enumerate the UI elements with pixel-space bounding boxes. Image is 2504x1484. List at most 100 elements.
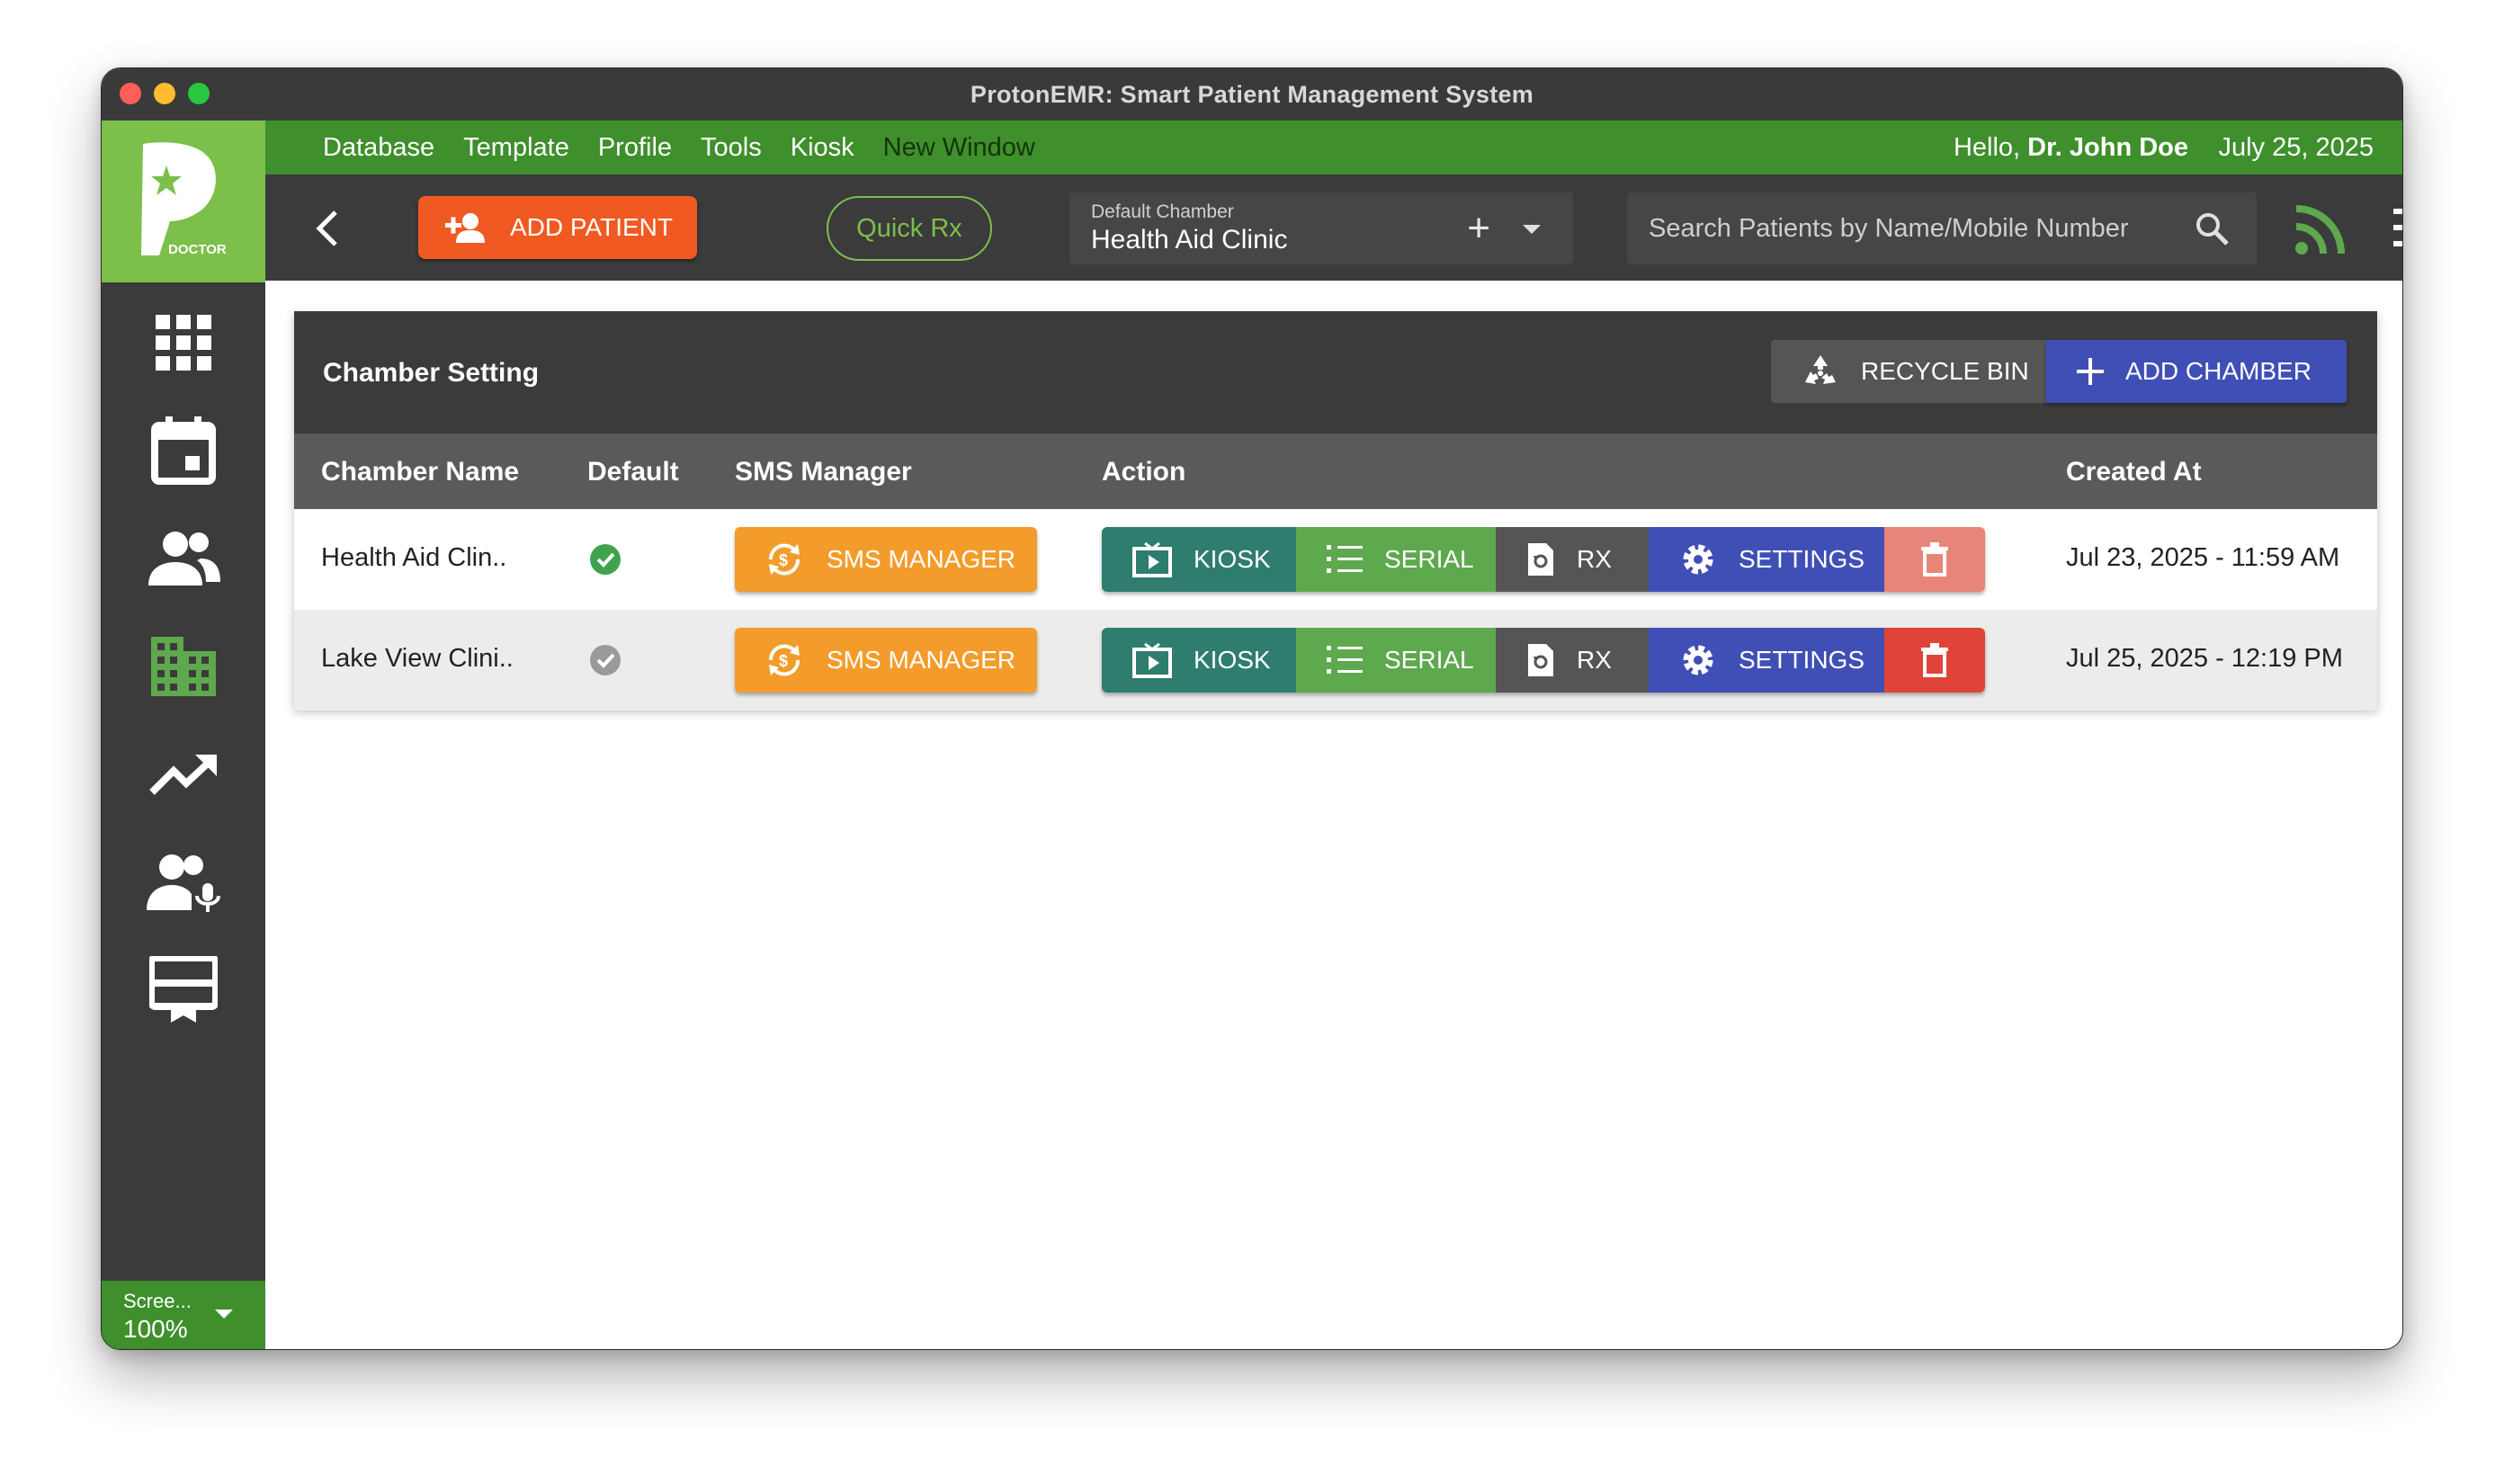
screen-zoom-select[interactable]: Scree... 100% xyxy=(102,1281,265,1349)
numbered-list-icon xyxy=(1327,644,1363,676)
sidebar-item-patients[interactable] xyxy=(143,518,224,599)
trash-icon xyxy=(1921,542,1948,577)
chevron-down-icon xyxy=(215,1310,233,1319)
svg-text:DOCTOR: DOCTOR xyxy=(168,242,227,257)
sms-manager-button[interactable]: $ SMS MANAGER xyxy=(735,527,1037,592)
recycle-icon xyxy=(1802,353,1839,389)
chamber-name-cell: Lake View Clini.. xyxy=(321,644,514,673)
sidebar-item-dashboard[interactable] xyxy=(143,302,224,383)
list-search-icon[interactable] xyxy=(2393,205,2402,256)
sidebar: DOCTOR Scree... 100% xyxy=(102,121,265,1349)
sidebar-item-analytics[interactable] xyxy=(143,734,224,815)
kiosk-button[interactable]: KIOSK xyxy=(1102,628,1296,693)
chamber-setting-card: Chamber Setting RECYCLE BIN ADD CHAMBER xyxy=(294,311,2377,711)
settings-button[interactable]: SETTINGS xyxy=(1649,527,1884,592)
sms-manager-label: SMS MANAGER xyxy=(827,646,1016,674)
sms-manager-button[interactable]: $ SMS MANAGER xyxy=(735,628,1037,693)
rx-label: RX xyxy=(1577,646,1612,674)
maximize-window-button[interactable] xyxy=(188,83,210,104)
quick-rx-button[interactable]: Quick Rx xyxy=(827,196,992,261)
kiosk-label: KIOSK xyxy=(1194,646,1271,674)
rx-button[interactable]: RX xyxy=(1496,628,1649,693)
close-window-button[interactable] xyxy=(120,83,141,104)
serial-button[interactable]: SERIAL xyxy=(1296,628,1496,693)
kiosk-button[interactable]: KIOSK xyxy=(1102,527,1296,592)
chevron-down-icon[interactable] xyxy=(1523,225,1541,234)
table-row: Health Aid Clin.. $ SMS MANAGER KIOSK SE… xyxy=(294,509,2377,610)
sidebar-item-calendar[interactable] xyxy=(143,410,224,491)
zoom-label: Scree... xyxy=(123,1290,192,1312)
menu-new-window[interactable]: New Window xyxy=(883,133,1035,163)
menu-tools[interactable]: Tools xyxy=(701,133,762,163)
rss-feed-icon[interactable] xyxy=(2294,205,2345,260)
delete-button[interactable] xyxy=(1884,628,1985,693)
delete-button[interactable] xyxy=(1884,527,1985,592)
col-sms-manager: SMS Manager xyxy=(735,457,912,487)
menu-database[interactable]: Database xyxy=(323,133,434,163)
default-chamber-label: Default Chamber xyxy=(1091,201,1234,222)
col-chamber-name: Chamber Name xyxy=(321,457,520,487)
kiosk-label: KIOSK xyxy=(1194,545,1271,573)
menu-profile[interactable]: Profile xyxy=(598,133,672,163)
add-chamber-plus-icon[interactable]: + xyxy=(1467,209,1490,248)
menu-template[interactable]: Template xyxy=(463,133,569,163)
add-chamber-button[interactable]: ADD CHAMBER xyxy=(2046,340,2347,403)
numbered-list-icon xyxy=(1327,543,1363,576)
add-patient-button[interactable]: ADD PATIENT xyxy=(418,196,697,259)
file-restore-icon xyxy=(1526,642,1555,678)
rx-button[interactable]: RX xyxy=(1496,527,1649,592)
settings-label: SETTINGS xyxy=(1739,545,1865,573)
window-title: ProtonEMR: Smart Patient Management Syst… xyxy=(970,80,1534,108)
default-checked-icon[interactable] xyxy=(589,543,622,576)
menu-kiosk[interactable]: Kiosk xyxy=(791,133,854,163)
minimize-window-button[interactable] xyxy=(154,83,175,104)
card-header: Chamber Setting RECYCLE BIN ADD CHAMBER xyxy=(294,311,2377,434)
sms-sync-icon: $ xyxy=(764,639,805,681)
table-header: Chamber Name Default SMS Manager Action … xyxy=(294,434,2377,509)
default-unchecked-icon[interactable] xyxy=(589,644,622,676)
calendar-icon xyxy=(151,416,216,485)
recycle-bin-button[interactable]: RECYCLE BIN xyxy=(1771,340,2046,403)
app-window: ProtonEMR: Smart Patient Management Syst… xyxy=(101,67,2403,1350)
col-action: Action xyxy=(1102,457,1186,487)
trending-up-icon xyxy=(149,755,217,795)
add-patient-label: ADD PATIENT xyxy=(510,213,673,241)
kiosk-display-icon xyxy=(149,956,218,1023)
window-controls xyxy=(120,83,210,104)
doctor-logo-icon: DOCTOR xyxy=(141,142,227,257)
back-button[interactable] xyxy=(310,209,346,248)
sidebar-item-assistants[interactable] xyxy=(143,842,224,923)
gear-icon xyxy=(1679,541,1717,578)
col-created-at: Created At xyxy=(2066,457,2202,487)
menu-bar: Database Template Profile Tools Kiosk Ne… xyxy=(265,121,2402,174)
card-title: Chamber Setting xyxy=(323,358,540,388)
sidebar-item-kiosk[interactable] xyxy=(143,950,224,1031)
search-icon[interactable] xyxy=(2194,210,2230,251)
file-restore-icon xyxy=(1526,541,1555,577)
col-default: Default xyxy=(587,457,679,487)
search-input[interactable] xyxy=(1649,209,2188,248)
tv-play-icon xyxy=(1132,642,1172,678)
settings-button[interactable]: SETTINGS xyxy=(1649,628,1884,693)
svg-text:$: $ xyxy=(779,652,788,670)
default-chamber-select[interactable]: Default Chamber Health Aid Clinic + xyxy=(1069,192,1573,264)
row-actions: KIOSK SERIAL RX SETTINGS xyxy=(1102,628,1985,693)
tv-play-icon xyxy=(1132,541,1172,577)
grid-icon xyxy=(156,315,211,371)
app-logo[interactable]: DOCTOR xyxy=(102,121,265,282)
building-icon xyxy=(151,637,216,696)
row-actions: KIOSK SERIAL RX SETTINGS xyxy=(1102,527,1985,592)
created-at-cell: Jul 23, 2025 - 11:59 AM xyxy=(2066,543,2340,572)
toolbar: ADD PATIENT Quick Rx Default Chamber Hea… xyxy=(265,174,2402,281)
people-icon xyxy=(148,532,220,586)
add-chamber-label: ADD CHAMBER xyxy=(2125,357,2312,385)
sidebar-item-chamber[interactable] xyxy=(143,626,224,707)
chamber-name-cell: Health Aid Clin.. xyxy=(321,543,507,572)
user-greeting: Hello, Dr. John Doe xyxy=(1953,133,2188,162)
title-bar: ProtonEMR: Smart Patient Management Syst… xyxy=(102,68,2402,121)
current-date: July 25, 2025 xyxy=(2218,133,2374,162)
rx-label: RX xyxy=(1577,545,1612,573)
svg-text:$: $ xyxy=(779,551,788,569)
plus-icon xyxy=(2077,358,2104,385)
serial-button[interactable]: SERIAL xyxy=(1296,527,1496,592)
